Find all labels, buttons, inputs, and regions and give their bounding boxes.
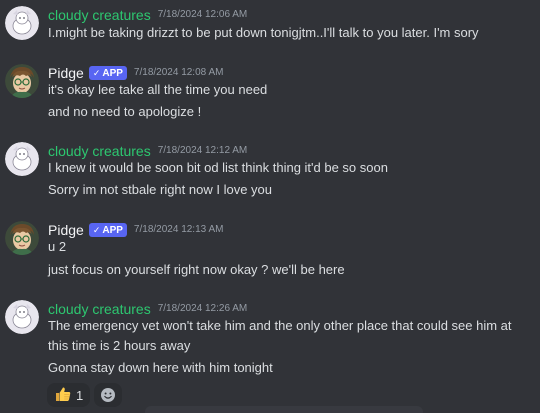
message-text: I.might be taking drizzt to be put down … [48,25,479,40]
message-text: The emergency vet won't take him and the… [48,318,512,353]
checkmark-icon: ✓ [92,224,101,235]
cloudy-avatar-icon [5,142,39,176]
message-text: it's okay lee take all the time you need [48,82,268,97]
reactions-bar: 1 [47,383,123,407]
app-badge: ✓ APP [88,223,127,237]
message-header: Pidge ✓ APP 7/18/2024 12:13 AM [48,221,223,239]
reaction-thumbs-up[interactable]: 1 [47,383,91,407]
timestamp[interactable]: 7/18/2024 12:13 AM [134,221,224,239]
avatar[interactable] [5,142,39,176]
thumbs-up-icon [54,385,72,406]
timestamp[interactable]: 7/18/2024 12:06 AM [158,6,248,24]
message-text: just focus on yourself right now okay ? … [48,262,345,277]
smiley-icon [101,388,116,402]
avatar[interactable] [5,221,39,255]
app-badge-label: APP [102,67,123,79]
add-reaction-button[interactable] [94,383,123,407]
cloudy-avatar-icon [5,6,39,40]
message-text: u 2 [48,239,67,254]
message-header: cloudy creatures 7/18/2024 12:06 AM [48,6,247,24]
message-text: Gonna stay down here with him tonight [48,360,273,375]
reaction-count: 1 [76,387,84,403]
avatar[interactable] [5,6,39,40]
avatar[interactable] [5,300,39,334]
pidge-avatar-icon [5,64,39,98]
message-text: and no need to apologize ! [48,104,202,119]
app-badge: ✓ APP [88,66,127,80]
message-input-edge[interactable] [145,406,423,413]
username[interactable]: cloudy creatures [48,6,151,24]
app-badge-label: APP [102,224,123,236]
pidge-avatar-icon [5,221,39,255]
message-text: I knew it would be soon bit od list thin… [48,160,388,175]
avatar[interactable] [5,64,39,98]
cloudy-avatar-icon [5,300,39,334]
message-text: Sorry im not stbale right now I love you [48,182,272,197]
checkmark-icon: ✓ [92,67,101,78]
